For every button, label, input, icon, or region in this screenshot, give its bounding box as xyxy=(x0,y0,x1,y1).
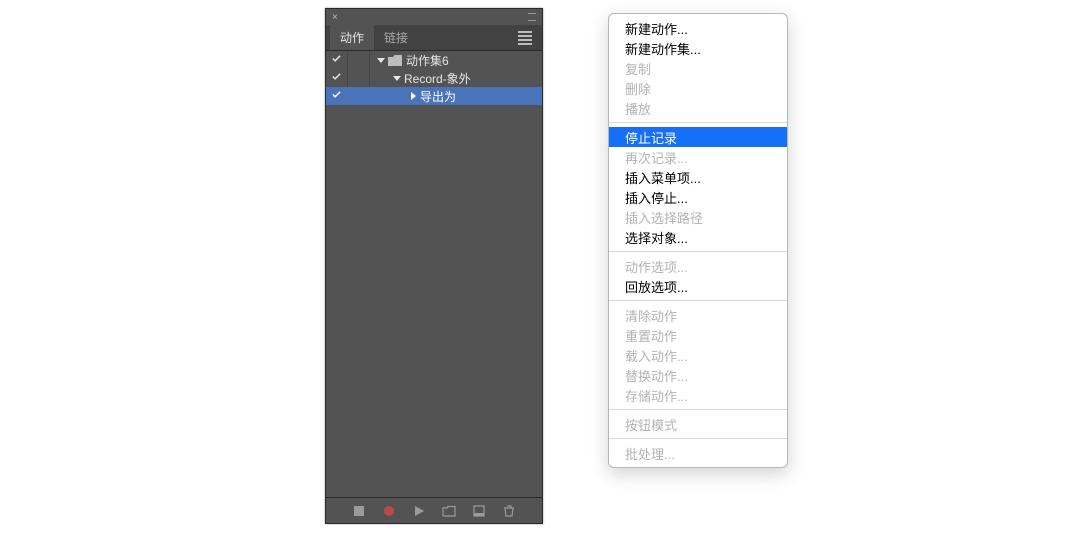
chevron-down-icon[interactable] xyxy=(392,73,402,83)
checkmark-icon xyxy=(331,71,342,85)
tree-row[interactable]: 导出为 xyxy=(326,87,542,105)
menu-item[interactable]: 选择对象... xyxy=(609,227,787,247)
chevron-down-icon[interactable] xyxy=(376,55,386,65)
menu-item: 清除动作 xyxy=(609,305,787,325)
menu-separator xyxy=(609,438,787,439)
toggle-dialog[interactable] xyxy=(348,51,370,69)
menu-item: 再次记录... xyxy=(609,147,787,167)
toggle-dialog[interactable] xyxy=(348,87,370,105)
panel-menu-icon[interactable] xyxy=(514,25,536,50)
menu-item: 存储动作... xyxy=(609,385,787,405)
toggle-check[interactable] xyxy=(326,51,348,69)
toggle-check[interactable] xyxy=(326,87,348,105)
trash-icon[interactable] xyxy=(500,502,518,520)
tab-label: 链接 xyxy=(384,29,408,46)
menu-item[interactable]: 新建动作集... xyxy=(609,38,787,58)
menu-item: 复制 xyxy=(609,58,787,78)
toggle-check[interactable] xyxy=(326,69,348,87)
tree-row[interactable]: Record-象外 xyxy=(326,69,542,87)
menu-item: 批处理... xyxy=(609,443,787,463)
menu-item: 按钮模式 xyxy=(609,414,787,434)
panel-footer xyxy=(326,497,542,523)
tab-actions[interactable]: 动作 xyxy=(330,25,374,50)
menu-item: 删除 xyxy=(609,78,787,98)
actions-panel: × 动作 链接 动作集6Record-象外导出为 xyxy=(325,8,543,524)
menu-item: 载入动作... xyxy=(609,345,787,365)
menu-separator xyxy=(609,251,787,252)
menu-item[interactable]: 停止记录 xyxy=(609,127,787,147)
menu-item: 替换动作... xyxy=(609,365,787,385)
tree-row[interactable]: 动作集6 xyxy=(326,51,542,69)
menu-item[interactable]: 插入菜单项... xyxy=(609,167,787,187)
actions-tree: 动作集6Record-象外导出为 xyxy=(326,51,542,497)
play-icon[interactable] xyxy=(410,502,428,520)
panel-titlebar: × xyxy=(326,9,542,25)
collapse-icon[interactable] xyxy=(522,13,536,21)
tab-label: 动作 xyxy=(340,29,364,46)
new-set-icon[interactable] xyxy=(440,502,458,520)
stop-icon[interactable] xyxy=(350,502,368,520)
menu-item: 动作选项... xyxy=(609,256,787,276)
menu-separator xyxy=(609,300,787,301)
row-label: 导出为 xyxy=(420,88,456,105)
toggle-dialog[interactable] xyxy=(348,69,370,87)
row-label: Record-象外 xyxy=(404,70,471,87)
menu-separator xyxy=(609,122,787,123)
menu-item: 重置动作 xyxy=(609,325,787,345)
row-label: 动作集6 xyxy=(406,52,449,69)
menu-item[interactable]: 回放选项... xyxy=(609,276,787,296)
menu-item[interactable]: 插入停止... xyxy=(609,187,787,207)
record-icon[interactable] xyxy=(380,502,398,520)
close-icon[interactable]: × xyxy=(332,12,338,23)
checkmark-icon xyxy=(331,53,342,67)
panel-tabbar: 动作 链接 xyxy=(326,25,542,51)
tab-links[interactable]: 链接 xyxy=(374,25,418,50)
checkmark-icon xyxy=(331,89,342,103)
menu-item: 插入选择路径 xyxy=(609,207,787,227)
menu-separator xyxy=(609,409,787,410)
menu-item[interactable]: 新建动作... xyxy=(609,18,787,38)
new-action-icon[interactable] xyxy=(470,502,488,520)
menu-item: 播放 xyxy=(609,98,787,118)
actions-context-menu: 新建动作...新建动作集...复制删除播放停止记录再次记录...插入菜单项...… xyxy=(608,13,788,468)
folder-icon xyxy=(388,55,402,66)
chevron-right-icon[interactable] xyxy=(408,91,418,101)
